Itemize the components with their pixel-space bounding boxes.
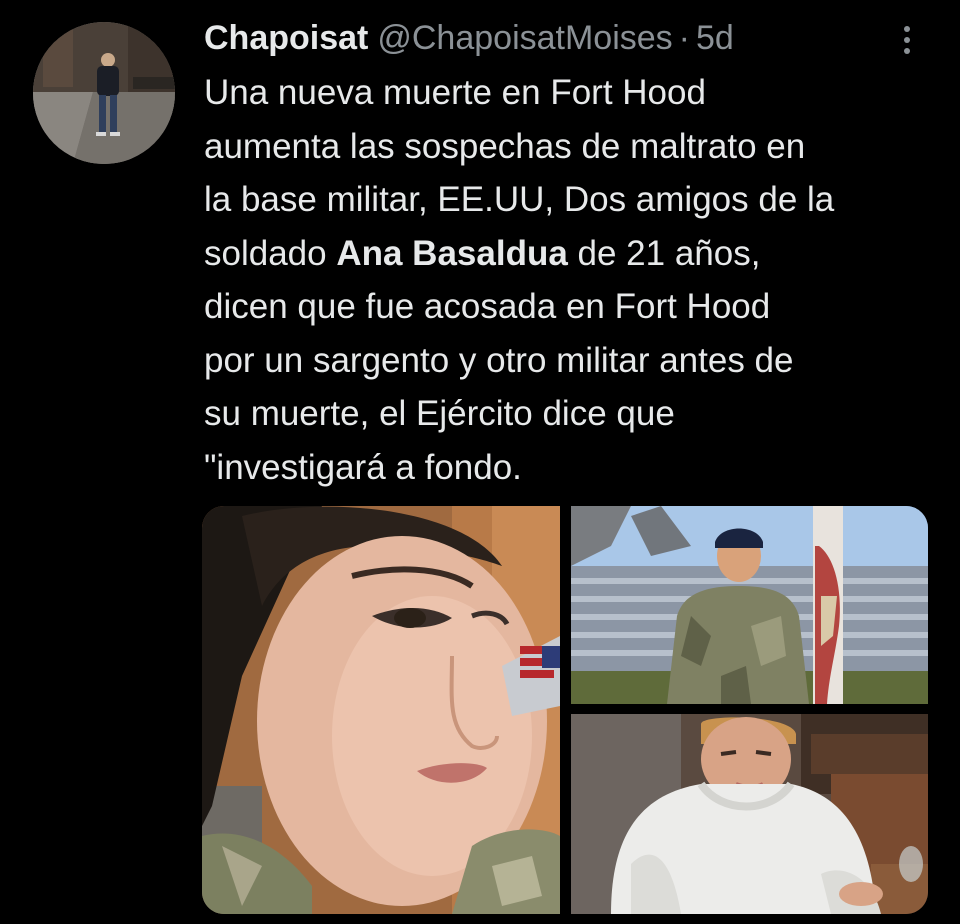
more-dot [904, 48, 910, 54]
tweet-line: por un sargento y otro militar antes de [204, 340, 794, 380]
tweet-line: su muerte, el Ejército dice que [204, 394, 675, 433]
separator-dot: · [678, 19, 690, 57]
photo-image [571, 714, 928, 914]
more-dot [904, 26, 910, 32]
tweet-line: dicen que fue acosada en Fort Hood [204, 287, 771, 326]
photo-white-sweater[interactable] [571, 714, 928, 914]
tweet-header: Chapoisat @ChapoisatMoises · 5d [204, 14, 734, 62]
photo-soldier-bleachers[interactable] [571, 506, 928, 704]
photo-portrait-closeup[interactable] [202, 506, 560, 914]
tweet-text: Una nueva muerte en Fort Hood aumenta la… [204, 66, 934, 494]
more-options-icon[interactable] [893, 20, 921, 60]
more-dot [904, 37, 910, 43]
tweet-line: Una nueva muerte en Fort Hood [204, 73, 706, 112]
tweet-line: la base militar, EE.UU, Dos amigos de la [204, 180, 835, 219]
tweet-line: "investigará a fondo. [204, 447, 522, 487]
media-grid [202, 506, 928, 914]
user-handle[interactable]: @ChapoisatMoises [377, 14, 672, 62]
tweet-line: aumenta las sospechas de maltrato en [204, 126, 806, 166]
photo-image [202, 506, 560, 914]
photo-image [571, 506, 928, 704]
tweet-timestamp[interactable]: 5d [696, 14, 734, 62]
tweet-line: soldado Ana Basaldua de 21 años, [204, 233, 761, 273]
author-avatar[interactable] [33, 22, 175, 164]
display-name[interactable]: Chapoisat [204, 14, 368, 62]
avatar-photo [33, 22, 175, 164]
mention-name: Ana Basaldua [336, 233, 568, 273]
